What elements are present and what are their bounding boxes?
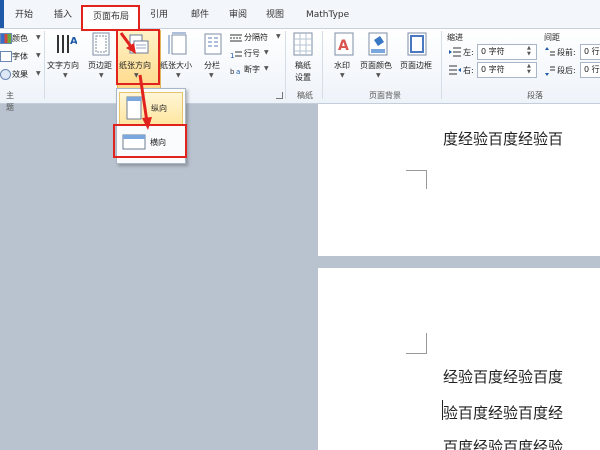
word-window: 开始 插入 页面布局 引用 邮件 审阅 视图 MathType 颜色 ▼ 字体 … xyxy=(0,0,600,450)
annotation-arrows xyxy=(119,32,152,130)
